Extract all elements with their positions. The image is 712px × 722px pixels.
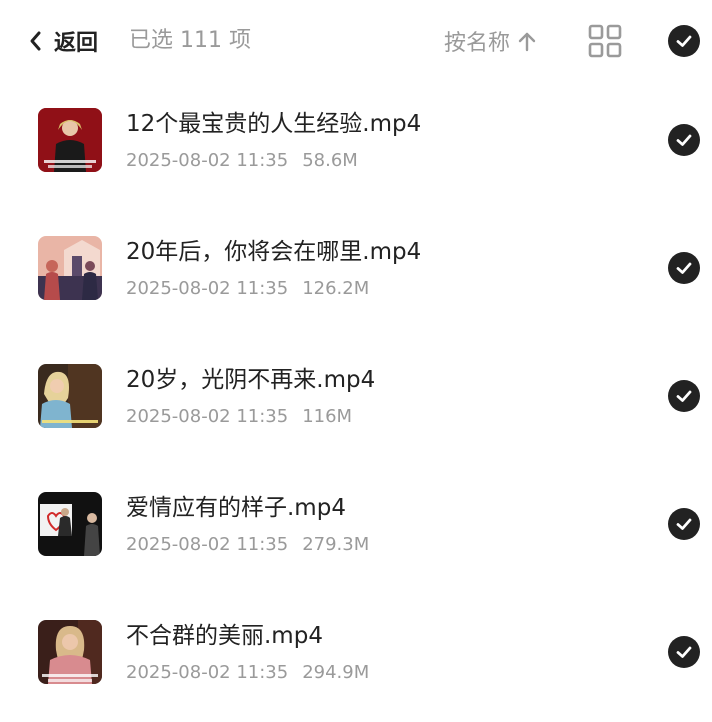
checkmark-icon (676, 646, 692, 658)
video-thumbnail (38, 364, 102, 428)
list-item[interactable]: 20年后，你将会在哪里.mp4 2025-08-02 11:35 126.2M (0, 210, 712, 338)
file-size: 126.2M (302, 278, 370, 299)
file-meta: 2025-08-02 11:35 279.3M (126, 534, 369, 555)
file-name: 爱情应有的样子.mp4 (126, 495, 346, 521)
file-date: 2025-08-02 11:35 (126, 406, 289, 427)
file-name: 20年后，你将会在哪里.mp4 (126, 239, 422, 265)
grid-view-button[interactable] (588, 24, 622, 58)
back-button[interactable]: 返回 (28, 22, 98, 60)
file-meta: 2025-08-02 11:35 294.9M (126, 662, 369, 683)
arrow-up-icon (518, 29, 536, 53)
checkmark-icon (676, 35, 692, 47)
item-checkbox[interactable] (668, 124, 700, 156)
file-size: 58.6M (302, 150, 358, 171)
video-thumbnail (38, 236, 102, 300)
item-checkbox[interactable] (668, 508, 700, 540)
file-name: 不合群的美丽.mp4 (126, 623, 323, 649)
select-all-checkbox[interactable] (668, 25, 700, 57)
list-item[interactable]: 12个最宝贵的人生经验.mp4 2025-08-02 11:35 58.6M (0, 82, 712, 210)
checkmark-icon (676, 262, 692, 274)
video-thumbnail (38, 108, 102, 172)
file-size: 116M (302, 406, 353, 427)
file-name: 20岁，光阴不再来.mp4 (126, 367, 376, 393)
sort-button[interactable]: 按名称 (444, 22, 536, 60)
grid-icon (588, 24, 622, 58)
video-thumbnail (38, 620, 102, 684)
checkmark-icon (676, 390, 692, 402)
file-meta: 2025-08-02 11:35 116M (126, 406, 352, 427)
sort-label: 按名称 (444, 31, 511, 56)
file-size: 294.9M (302, 662, 370, 683)
list-item[interactable]: 爱情应有的样子.mp4 2025-08-02 11:35 279.3M (0, 466, 712, 594)
checkmark-icon (676, 134, 692, 146)
file-date: 2025-08-02 11:35 (126, 662, 289, 683)
top-bar: 返回 已选 111 项 按名称 (0, 0, 712, 82)
list-item[interactable]: 不合群的美丽.mp4 2025-08-02 11:35 294.9M (0, 594, 712, 722)
file-date: 2025-08-02 11:35 (126, 278, 289, 299)
file-name: 12个最宝贵的人生经验.mp4 (126, 111, 422, 137)
file-meta: 2025-08-02 11:35 126.2M (126, 278, 369, 299)
chevron-left-icon (28, 22, 50, 60)
file-meta: 2025-08-02 11:35 58.6M (126, 150, 358, 171)
back-label: 返回 (54, 31, 99, 56)
file-date: 2025-08-02 11:35 (126, 150, 289, 171)
video-thumbnail (38, 492, 102, 556)
file-size: 279.3M (302, 534, 370, 555)
selected-count: 已选 111 项 (129, 28, 251, 53)
checkmark-icon (676, 518, 692, 530)
item-checkbox[interactable] (668, 252, 700, 284)
item-checkbox[interactable] (668, 380, 700, 412)
item-checkbox[interactable] (668, 636, 700, 668)
list-item[interactable]: 20岁，光阴不再来.mp4 2025-08-02 11:35 116M (0, 338, 712, 466)
file-date: 2025-08-02 11:35 (126, 534, 289, 555)
